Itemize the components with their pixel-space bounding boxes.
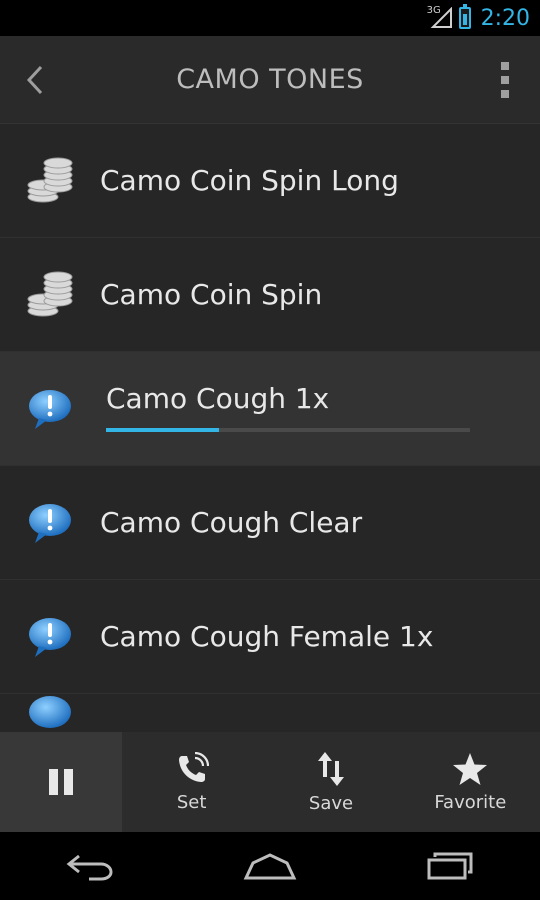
bottom-action-bar: Set Save Favorite [0, 732, 540, 832]
nav-recents-button[interactable] [405, 832, 495, 900]
nav-back-icon [66, 854, 113, 881]
list-item-label: Camo Cough Clear [100, 506, 363, 539]
list-item-playing[interactable]: Camo Cough 1x [0, 352, 540, 466]
list-item[interactable]: Camo Coin Spin Long [0, 124, 540, 238]
system-nav-bar [0, 832, 540, 900]
network-type: 3G [426, 5, 441, 16]
page-title: CAMO TONES [176, 64, 364, 95]
speech-bubble-icon [0, 694, 100, 733]
battery-icon [458, 4, 471, 29]
speech-bubble-icon [0, 580, 100, 694]
save-button[interactable]: Save [261, 732, 400, 832]
clock: 2:20 [480, 5, 530, 31]
list-item-label: Camo Cough 1x [106, 382, 330, 415]
back-button[interactable] [0, 36, 70, 124]
list-item-label: Camo Coin Spin Long [100, 164, 399, 197]
overflow-menu-icon [501, 61, 509, 98]
nav-home-icon [243, 853, 297, 880]
pause-icon [49, 769, 73, 795]
list-item[interactable]: Camo Cough Clear [0, 466, 540, 580]
save-arrows-icon [317, 751, 344, 786]
speech-bubble-icon [0, 466, 100, 580]
set-label: Set [176, 791, 207, 813]
list-item[interactable] [0, 694, 540, 732]
playback-progress[interactable] [106, 428, 470, 432]
favorite-label: Favorite [434, 791, 507, 813]
ringtone-list: Camo Coin Spin Long Camo Coin Spin Camo … [0, 124, 540, 732]
coin-stack-icon [0, 238, 100, 352]
nav-recents-icon [427, 852, 473, 880]
nav-home-button[interactable] [225, 832, 315, 900]
action-bar: CAMO TONES [0, 36, 540, 124]
list-item-label: Camo Cough Female 1x [100, 620, 434, 653]
status-bar: 3G 2:20 [0, 0, 540, 36]
coin-stack-icon [0, 124, 100, 238]
favorite-button[interactable]: Favorite [401, 732, 540, 832]
list-item[interactable]: Camo Coin Spin [0, 238, 540, 352]
list-item-label: Camo Coin Spin [100, 278, 323, 311]
playback-progress-fill [106, 428, 219, 432]
overflow-menu-button[interactable] [470, 36, 540, 124]
speech-bubble-icon [0, 352, 100, 466]
save-label: Save [308, 792, 354, 814]
back-chevron-icon [26, 65, 43, 94]
signal-icon: 3G [426, 5, 453, 29]
star-icon [453, 752, 488, 785]
phone-ring-icon [178, 751, 209, 782]
pause-button[interactable] [0, 732, 122, 832]
set-button[interactable]: Set [122, 732, 261, 832]
nav-back-button[interactable] [45, 832, 135, 900]
list-item[interactable]: Camo Cough Female 1x [0, 580, 540, 694]
